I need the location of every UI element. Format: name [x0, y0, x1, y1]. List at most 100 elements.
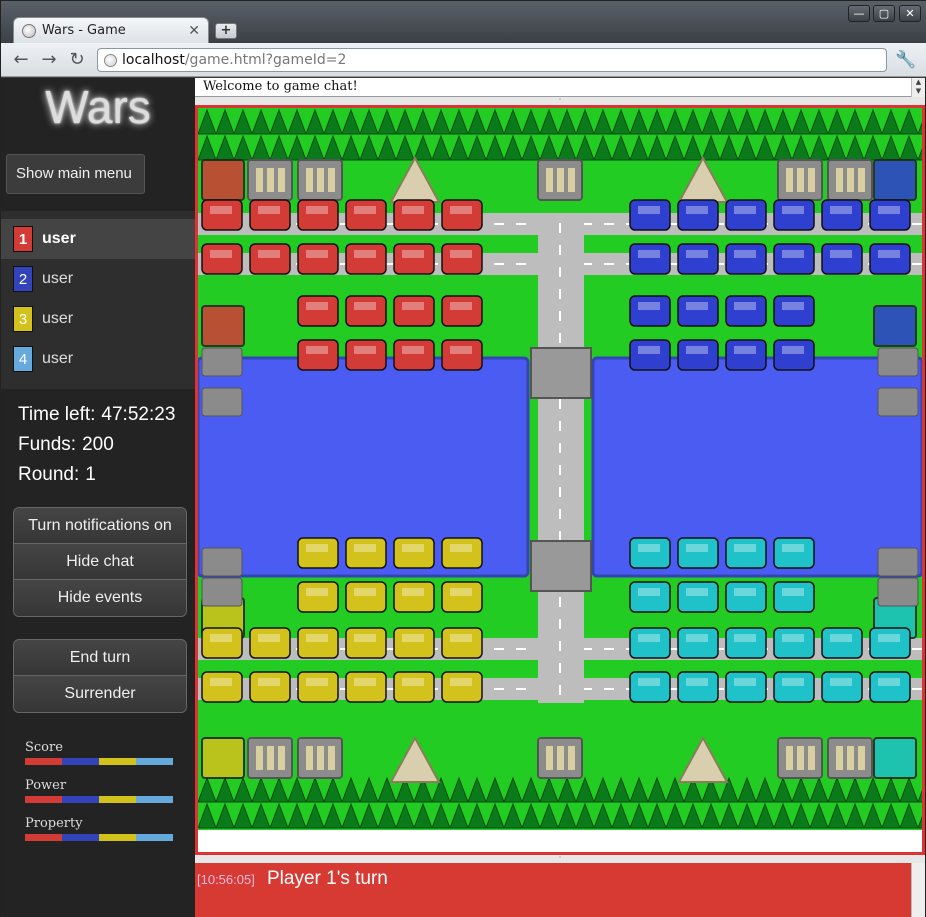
blue-army-unit: [725, 243, 767, 275]
yellow-army-unit: [201, 627, 243, 659]
browser-tab[interactable]: Wars - Game ✕: [13, 17, 209, 43]
red-army-unit: [441, 199, 483, 231]
browser-window: Wars - Game ✕ + — ▢ ✕ ← → ↻ localhost/ga…: [0, 0, 926, 917]
game-map-frame: [195, 105, 926, 855]
power-label: Power: [25, 778, 67, 793]
unit-highlight: [402, 206, 424, 214]
road-marking: [604, 263, 614, 265]
score-bar-segment: [62, 758, 99, 765]
unit-highlight: [306, 250, 328, 258]
unit-highlight: [686, 544, 708, 552]
power-bar-segment: [25, 796, 62, 803]
unit-highlight: [686, 346, 708, 354]
red-army-unit: [297, 243, 339, 275]
hide-chat-button[interactable]: Hide chat: [14, 544, 186, 580]
yellow-army-unit: [297, 627, 339, 659]
cyan-army-unit: [869, 671, 911, 703]
close-window-button[interactable]: ✕: [899, 5, 921, 22]
events-splitter[interactable]: ·: [195, 854, 925, 863]
game-map[interactable]: [196, 108, 926, 833]
yellow-air-naval-unit: [345, 537, 387, 569]
globe-icon: [22, 23, 36, 38]
close-tab-icon[interactable]: ✕: [188, 23, 200, 39]
unit-highlight: [402, 588, 424, 596]
building-window: [306, 746, 313, 770]
turn-notifications-button[interactable]: Turn notifications on: [14, 508, 186, 544]
building-window: [317, 746, 324, 770]
forward-arrow-icon[interactable]: →: [38, 49, 60, 71]
unit-highlight: [450, 346, 472, 354]
score-bar-segment: [99, 758, 136, 765]
blue-army-unit: [677, 243, 719, 275]
unit-highlight: [450, 678, 472, 686]
unit-highlight: [734, 302, 756, 310]
cyan-army-unit: [725, 671, 767, 703]
sidebar: Wars Show main menu 1 user 2 user 3 user…: [1, 78, 195, 917]
address-bar[interactable]: localhost/game.html?gameId=2: [97, 48, 887, 72]
maximize-button[interactable]: ▢: [873, 5, 895, 22]
unit-highlight: [878, 678, 900, 686]
yellow-army-unit: [441, 671, 483, 703]
road-marking: [559, 663, 561, 673]
power-bar-segment: [136, 796, 173, 803]
property-bar-segment: [136, 834, 173, 841]
hide-events-button[interactable]: Hide events: [14, 580, 186, 616]
blue-air-naval-unit: [677, 295, 719, 327]
yellow-army-unit: [345, 671, 387, 703]
wrench-icon[interactable]: 🔧: [895, 50, 917, 70]
blue-air-naval-unit: [677, 339, 719, 371]
yellow-air-naval-unit: [441, 581, 483, 613]
url-path: /game.html?gameId=2: [184, 52, 347, 68]
funds-value: 200: [82, 434, 114, 455]
building-window: [836, 168, 843, 192]
building-window: [328, 746, 335, 770]
cyan-army-unit: [629, 671, 671, 703]
unit-highlight: [782, 302, 804, 310]
cyan-army-unit: [773, 671, 815, 703]
minimize-button[interactable]: —: [848, 5, 870, 22]
player-row-2: 2 user: [1, 259, 195, 299]
headquarters: [873, 159, 917, 201]
events-scrollbar[interactable]: [911, 863, 925, 917]
building-window: [278, 168, 285, 192]
page-icon: [104, 54, 117, 67]
round-label: Round:: [18, 464, 80, 485]
chat-scrollbar[interactable]: ▲ ▼: [911, 78, 925, 97]
red-army-unit: [249, 199, 291, 231]
building-window: [317, 168, 324, 192]
options-button-group: Turn notifications on Hide chat Hide eve…: [13, 507, 187, 617]
road-marking: [604, 223, 614, 225]
cyan-air-naval-unit: [725, 537, 767, 569]
back-arrow-icon[interactable]: ←: [10, 49, 32, 71]
unit-highlight: [734, 544, 756, 552]
yellow-air-naval-unit: [345, 581, 387, 613]
unit-highlight: [258, 206, 280, 214]
unit-highlight: [210, 678, 232, 686]
new-tab-button[interactable]: +: [215, 23, 237, 39]
reload-icon[interactable]: ↻: [66, 49, 88, 71]
property-bar-segment: [99, 834, 136, 841]
end-turn-button[interactable]: End turn: [14, 640, 186, 676]
chat-splitter[interactable]: ·: [195, 96, 925, 105]
player-row-4: 4 user: [1, 339, 195, 379]
red-army-unit: [249, 243, 291, 275]
road-marking: [516, 223, 526, 225]
tab-title: Wars - Game: [42, 23, 126, 38]
blue-army-unit: [629, 243, 671, 275]
unit-highlight: [734, 634, 756, 642]
building-window: [808, 746, 815, 770]
road-marking: [559, 597, 561, 607]
surrender-button[interactable]: Surrender: [14, 676, 186, 712]
funds-label: Funds:: [18, 434, 77, 455]
building-window: [797, 746, 804, 770]
player-row-1: 1 user: [1, 219, 195, 259]
cyan-army-unit: [773, 627, 815, 659]
road-marking: [559, 223, 561, 233]
unit-highlight: [782, 206, 804, 214]
cyan-army-unit: [821, 671, 863, 703]
unit-highlight: [402, 302, 424, 310]
unit-highlight: [354, 634, 376, 642]
road-marking: [559, 619, 561, 629]
unit-highlight: [354, 678, 376, 686]
show-main-menu-button[interactable]: Show main menu: [6, 154, 145, 194]
